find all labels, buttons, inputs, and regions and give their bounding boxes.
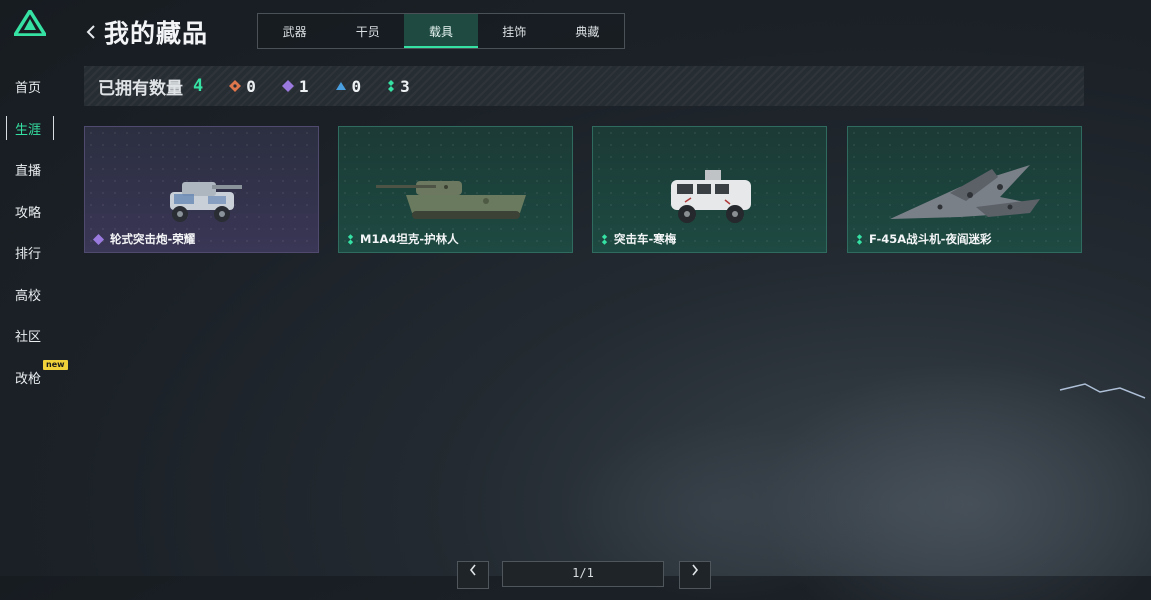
page-indicator: 1/1: [502, 561, 664, 587]
sidebar-item-college[interactable]: 高校: [0, 274, 60, 316]
collection-card[interactable]: F-45A战斗机-夜阎迷彩: [847, 126, 1082, 253]
tab-collection[interactable]: 典藏: [551, 14, 624, 48]
rarity-count-value: 1: [298, 76, 309, 96]
collection-card[interactable]: M1A4坦克-护林人: [338, 126, 573, 253]
sidebar-item-career[interactable]: 生涯: [0, 108, 60, 150]
background-cloud: [760, 360, 1151, 600]
tab-operators[interactable]: 干员: [331, 14, 404, 48]
lightning-decoration: [1059, 383, 1146, 399]
tab-weapons[interactable]: 武器: [258, 14, 331, 48]
collection-card[interactable]: 轮式突击炮-荣耀: [84, 126, 319, 253]
diamond-purple-icon: [281, 80, 294, 92]
item-name: M1A4坦克-护林人: [360, 232, 459, 246]
sidebar-item-label: 首页: [15, 81, 42, 97]
rarity-count-green: 3: [387, 77, 410, 96]
back-arrow-icon[interactable]: [84, 20, 98, 44]
item-name: F-45A战斗机-夜阎迷彩: [869, 232, 992, 246]
sidebar-item-label: 改枪: [15, 371, 42, 387]
card-image: [85, 157, 318, 237]
active-frame: [6, 115, 54, 140]
card-title: 轮式突击炮-荣耀: [93, 231, 195, 247]
sidebar-item-live[interactable]: 直播: [0, 149, 60, 191]
rarity-count-value: 0: [246, 76, 256, 96]
wheeled-assault-gun-icon: [169, 182, 242, 222]
page-title: 我的藏品: [104, 19, 209, 48]
app-logo-icon[interactable]: [14, 10, 46, 36]
card-title: M1A4坦克-护林人: [347, 231, 459, 247]
card-title: F-45A战斗机-夜阎迷彩: [856, 231, 991, 247]
next-page-button[interactable]: [679, 561, 711, 589]
item-name: 突击车-寒梅: [614, 232, 677, 246]
sidebar-item-label: 直播: [15, 164, 42, 180]
rarity-count-blue: 0: [335, 76, 362, 96]
tank-icon: [375, 181, 526, 219]
dots-green-icon: [601, 233, 608, 245]
owned-count-label: 已拥有数量: [98, 78, 183, 99]
sidebar-item-community[interactable]: 社区: [0, 315, 60, 357]
rarity-count-orange: 0: [229, 77, 256, 96]
triangle-blue-icon: [335, 82, 346, 90]
sidebar-nav: 首页 生涯 直播 攻略 排行 高校 社区 改枪 new: [0, 66, 68, 399]
sidebar-item-label: 高校: [15, 288, 42, 304]
item-name: 轮式突击炮-荣耀: [110, 232, 196, 246]
sidebar-item-guides[interactable]: 攻略: [0, 191, 60, 233]
dots-green-icon: [388, 80, 395, 92]
card-title: 突击车-寒梅: [601, 231, 676, 247]
sidebar-item-label: 社区: [15, 330, 42, 346]
fighter-jet-icon: [889, 165, 1040, 219]
dots-green-icon: [347, 233, 354, 245]
card-image: [593, 157, 826, 237]
rarity-count-value: 0: [351, 76, 362, 96]
diamond-orange-icon: [229, 80, 242, 92]
rarity-count-purple: 1: [281, 76, 309, 96]
chevron-left-icon: [469, 564, 476, 576]
owned-summary-bar: 已拥有数量 4 0 1 0 3: [84, 66, 1084, 106]
dots-green-icon: [856, 233, 863, 245]
diamond-purple-icon: [93, 233, 104, 245]
tab-charms[interactable]: 挂饰: [478, 14, 551, 48]
card-image: [848, 157, 1081, 237]
new-badge: new: [43, 359, 68, 370]
sidebar-item-label: 攻略: [15, 205, 42, 221]
sidebar-item-home[interactable]: 首页: [0, 66, 60, 108]
sidebar-item-label: 排行: [15, 247, 42, 263]
sidebar-item-gunsmith[interactable]: 改枪 new: [0, 357, 68, 399]
chevron-right-icon: [692, 564, 699, 576]
prev-page-button[interactable]: [457, 561, 489, 589]
sidebar-item-ranking[interactable]: 排行: [0, 232, 60, 274]
owned-count-value: 4: [193, 76, 204, 96]
card-image: [339, 157, 572, 237]
armored-vehicle-icon: [670, 170, 751, 223]
rarity-count-value: 3: [400, 76, 410, 96]
category-tabs: 武器 干员 载具 挂饰 典藏: [257, 13, 625, 49]
tab-vehicles[interactable]: 载具: [404, 14, 478, 48]
collection-card[interactable]: 突击车-寒梅: [592, 126, 827, 253]
